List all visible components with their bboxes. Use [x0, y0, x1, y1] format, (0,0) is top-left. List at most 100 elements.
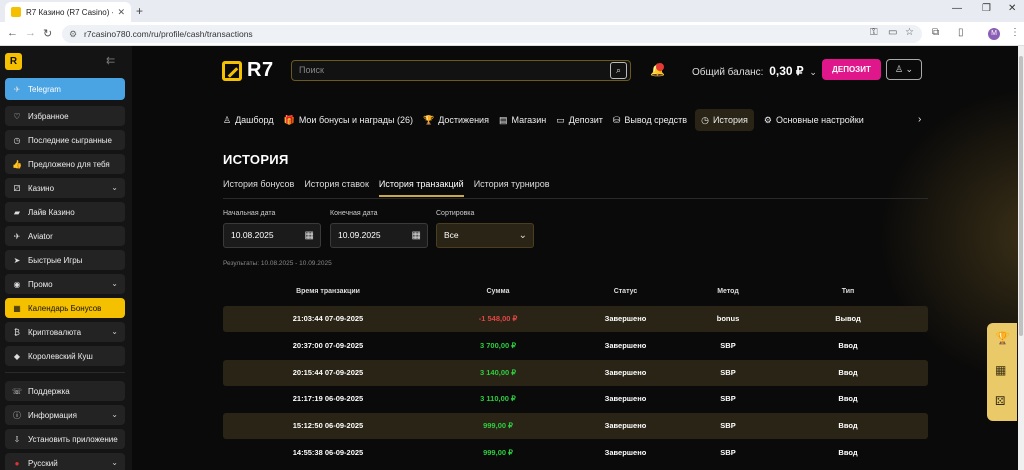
tab-label: Депозит — [568, 115, 603, 125]
trophy-icon: 🏆 — [422, 114, 435, 125]
forward-icon[interactable]: → — [25, 27, 36, 39]
sidebar-item-install-app[interactable]: ⇩ Установить приложение — [5, 429, 125, 449]
tab-withdraw[interactable]: ⛁ Вывод средств — [613, 109, 687, 131]
tab-deposit[interactable]: ▭ Депозит — [556, 109, 603, 131]
maximize-icon[interactable]: ❐ — [982, 3, 991, 14]
install-app-icon[interactable]: ▭ — [888, 27, 897, 38]
browser-menu-icon[interactable]: ⋮ — [1010, 27, 1020, 38]
sidebar-item-label: Королевский Куш — [28, 351, 93, 361]
end-date-input[interactable]: 10.09.2025 ▦ — [330, 223, 428, 248]
dice-icon[interactable]: ⚄ — [995, 394, 1005, 408]
address-bar[interactable]: ⚙ r7casino780.com/ru/profile/cash/transa… — [62, 25, 922, 43]
collapse-sidebar-icon[interactable]: ⇇ — [106, 54, 115, 67]
password-key-icon[interactable]: ⚿ — [870, 27, 878, 38]
sidebar-item-label: Последние сыгранные — [28, 135, 112, 145]
shop-icon: ▤ — [498, 114, 508, 125]
chevron-down-icon[interactable]: ⌄ — [111, 410, 118, 419]
minimize-icon[interactable]: — — [952, 3, 962, 14]
start-date-input[interactable]: 10.08.2025 ▦ — [223, 223, 321, 248]
tab-label: Вывод средств — [624, 115, 688, 125]
cell-status: Завершено — [604, 368, 647, 377]
sidebar-item-favorites[interactable]: ♡ Избранное — [5, 106, 125, 126]
history-icon: ◷ — [701, 114, 709, 125]
user-menu-button[interactable]: ♙ ⌄ — [886, 59, 922, 80]
sidebar-item-crypto[interactable]: ₿ Криптовалюта ⌄ — [5, 322, 125, 342]
page-scrollbar[interactable] — [1018, 46, 1024, 470]
tab-label: Основные настройки — [775, 115, 864, 125]
extensions-icon[interactable]: ⧉ — [932, 27, 939, 38]
sidebar-item-label: Поддержка — [28, 386, 70, 396]
cell-status: Завершено — [604, 341, 647, 350]
sidebar-item-bonus-calendar[interactable]: ▦ Календарь Бонусов — [5, 298, 125, 318]
sidebar-item-promo[interactable]: ◉ Промо ⌄ — [5, 274, 125, 294]
cell-method: bonus — [716, 314, 740, 323]
sidebar-logo[interactable]: R — [5, 53, 22, 70]
cell-type: Вывод — [835, 314, 861, 323]
subtab-bet-history[interactable]: История ставок — [304, 179, 369, 197]
search-input[interactable]: Поиск — [291, 60, 631, 81]
table-row: 14:55:38 06-09-2025 999,00 ₽ Завершено S… — [223, 440, 928, 466]
site-logo[interactable]: R7 — [222, 59, 274, 82]
chevron-down-icon[interactable]: ⌄ — [111, 183, 118, 192]
tab-dashboard[interactable]: ♙ Дашборд — [223, 109, 274, 131]
trophy-icon[interactable]: 🏆 — [995, 331, 1010, 345]
window-close-icon[interactable]: ✕ — [1008, 3, 1016, 14]
column-header-amount: Сумма — [486, 288, 510, 295]
new-tab-button[interactable]: + — [136, 4, 143, 18]
sidebar-item-language[interactable]: ● Русский ⌄ — [5, 453, 125, 470]
subtab-bonus-history[interactable]: История бонусов — [223, 179, 294, 197]
tab-label: Магазин — [511, 115, 547, 125]
total-balance[interactable]: Общий баланс: 0,30 ₽ ⌄ — [692, 64, 817, 78]
tab-bonuses[interactable]: 🎁 Мои бонусы и награды (26) — [284, 109, 413, 131]
cell-status: Завершено — [604, 421, 647, 430]
history-subtabs: История бонусов История ставок История т… — [223, 179, 560, 197]
sidebar-item-fast-games[interactable]: ➤ Быстрые Игры — [5, 250, 125, 270]
bookmark-star-icon[interactable]: ☆ — [905, 27, 914, 38]
cell-amount: 3 140,00 ₽ — [479, 368, 517, 377]
sidebar-item-info[interactable]: ⓘ Информация ⌄ — [5, 405, 125, 425]
chevron-down-icon: ⌄ — [518, 230, 527, 241]
chevron-right-icon[interactable]: › — [918, 114, 921, 125]
site-info-icon[interactable]: ⚙ — [69, 29, 77, 40]
browser-tab[interactable]: R7 Казино (R7 Casino) - офиц ✕ — [5, 2, 131, 22]
sidebar-item-label: Казино — [28, 183, 55, 193]
sidebar-item-live-casino[interactable]: ▰ Лайв Казино — [5, 202, 125, 222]
divider — [223, 198, 928, 199]
column-header-type: Тип — [841, 288, 855, 295]
chevron-down-icon[interactable]: ⌄ — [111, 327, 118, 336]
subtab-tournament-history[interactable]: История турниров — [474, 179, 550, 197]
tab-close-icon[interactable]: ✕ — [117, 7, 125, 18]
slot-machine-icon[interactable]: ▦ — [995, 363, 1006, 377]
calendar-icon[interactable]: ▦ — [305, 224, 314, 247]
deposit-button[interactable]: ДЕПОЗИТ — [822, 59, 881, 80]
sidebar-item-support[interactable]: ☏ Поддержка — [5, 381, 125, 401]
back-icon[interactable]: ← — [7, 27, 18, 39]
heart-icon: ♡ — [13, 111, 21, 121]
sidebar-item-royal-jackpot[interactable]: ◆ Королевский Куш — [5, 346, 125, 366]
subtab-transaction-history[interactable]: История транзакций — [378, 179, 464, 197]
download-icon: ⇩ — [13, 434, 21, 444]
profile-avatar[interactable]: M — [988, 28, 1000, 40]
sidebar-item-label: Лайв Казино — [28, 207, 75, 217]
column-header-method: Метод — [717, 288, 739, 295]
tab-achievements[interactable]: 🏆 Достижения — [423, 109, 489, 131]
table-row: 21:17:19 06-09-2025 3 110,00 ₽ Завершено… — [223, 386, 928, 412]
sidebar-item-casino[interactable]: ⚂ Казино ⌄ — [5, 178, 125, 198]
sidebar-item-suggested[interactable]: 👍 Предложено для тебя — [5, 154, 125, 174]
reload-icon[interactable]: ↻ — [43, 27, 52, 40]
sidebar-item-aviator[interactable]: ✈ Aviator — [5, 226, 125, 246]
tab-shop[interactable]: ▤ Магазин — [499, 109, 546, 131]
tab-settings[interactable]: ⚙ Основные настройки — [764, 109, 864, 131]
calendar-icon[interactable]: ▦ — [412, 224, 421, 247]
chevron-down-icon[interactable]: ⌄ — [111, 458, 118, 467]
sort-select[interactable]: Все ⌄ — [436, 223, 534, 248]
table-row: 15:12:50 06-09-2025 999,00 ₽ Завершено S… — [223, 413, 928, 439]
tab-history[interactable]: ◷ История — [695, 109, 754, 131]
scrollbar-thumb[interactable] — [1019, 56, 1023, 336]
chevron-down-icon[interactable]: ⌄ — [111, 279, 118, 288]
sidebar-item-recent[interactable]: ◷ Последние сыгранные — [5, 130, 125, 150]
search-icon[interactable]: ⌕ — [610, 62, 627, 79]
coins-icon: ⛁ — [612, 114, 621, 125]
sidebar-item-telegram[interactable]: ✈ Telegram — [5, 78, 125, 100]
side-panel-icon[interactable]: ▯ — [958, 27, 964, 38]
